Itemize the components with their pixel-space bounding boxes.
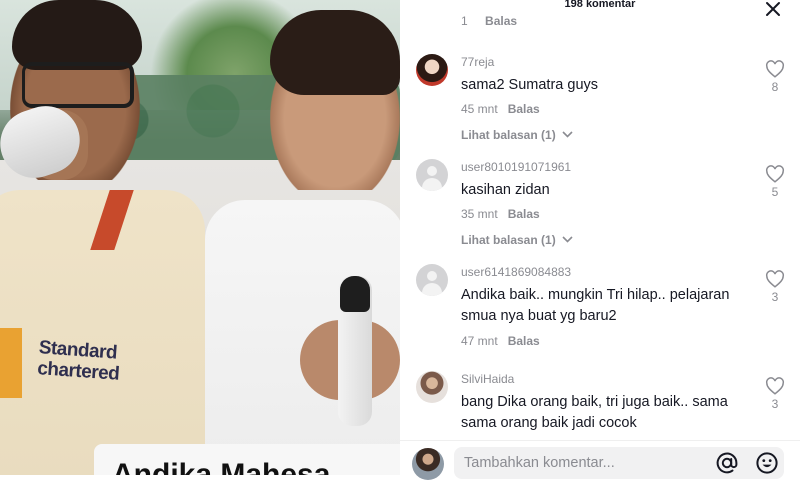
like-button[interactable]: 5: [764, 165, 786, 199]
comment-username[interactable]: SilviHaida: [461, 372, 514, 386]
comment-text: kasihan zidan: [461, 182, 550, 198]
emoji-icon: [756, 452, 778, 474]
shirt-badge: [0, 328, 22, 398]
close-button[interactable]: [762, 0, 784, 20]
emoji-button[interactable]: [755, 451, 779, 475]
comments-header: 198 komentar: [400, 0, 800, 12]
chevron-down-icon: [562, 131, 573, 138]
comment-time: 45 mnt: [461, 102, 498, 116]
like-button[interactable]: 8: [764, 60, 786, 94]
comment-meta: 47 mnt Balas: [461, 334, 540, 348]
comments-panel: 198 komentar 1 Balas 77reja sama2 Sumatr…: [400, 0, 800, 480]
like-count: 3: [771, 290, 779, 304]
avatar[interactable]: [416, 159, 448, 191]
at-icon: [716, 452, 738, 474]
comment-username[interactable]: user6141869084883: [461, 265, 571, 279]
comment-time: 35 mnt: [461, 207, 498, 221]
previous-comment-meta: 1 Balas: [461, 14, 518, 26]
view-replies-link[interactable]: Lihat balasan (1): [461, 128, 573, 142]
heart-icon: [766, 270, 784, 288]
mention-button[interactable]: [715, 451, 739, 475]
comment-time: 47 mnt: [461, 334, 498, 348]
shirt-sponsor-text: Standard chartered: [36, 337, 121, 385]
heart-icon: [766, 60, 784, 78]
comment-username[interactable]: user8010191071961: [461, 160, 571, 174]
reply-link[interactable]: Balas: [485, 14, 517, 26]
comment-input-bar: [400, 440, 800, 480]
like-count: 3: [771, 397, 779, 411]
video-caption-text: Andika Mahesa: [112, 458, 331, 475]
singer-left-glasses: [22, 62, 134, 108]
reply-link[interactable]: Balas: [508, 102, 540, 116]
comment-text: Andika baik.. mungkin Tri hilap.. pelaja…: [461, 287, 730, 324]
reply-link[interactable]: Balas: [508, 334, 540, 348]
chevron-down-icon: [562, 236, 573, 243]
reply-link[interactable]: Balas: [508, 207, 540, 221]
like-count: 8: [771, 80, 779, 94]
comment-meta: 45 mnt Balas: [461, 102, 540, 116]
comment-text: sama2 Sumatra guys: [461, 77, 599, 93]
like-button[interactable]: 3: [764, 270, 786, 304]
video-player[interactable]: Standard chartered Andika Mahesa: [0, 0, 400, 475]
singer-right-hair: [270, 10, 400, 95]
comment-text: bang Dika orang baik, tri juga baik.. sa…: [461, 394, 728, 431]
video-name-caption: Andika Mahesa: [94, 444, 400, 475]
comment-count: 198 komentar: [564, 0, 636, 10]
view-replies-link[interactable]: Lihat balasan (1): [461, 233, 573, 247]
avatar[interactable]: [416, 54, 448, 86]
singer-left-hair: [12, 0, 142, 70]
heart-icon: [766, 165, 784, 183]
comment-meta: 35 mnt Balas: [461, 207, 540, 221]
heart-icon: [766, 377, 784, 395]
microphone-right-head: [340, 276, 370, 312]
close-icon: [766, 2, 780, 16]
avatar[interactable]: [416, 371, 448, 403]
like-button[interactable]: 3: [764, 377, 786, 411]
like-count: 5: [771, 185, 779, 199]
current-user-avatar: [412, 448, 444, 480]
avatar[interactable]: [416, 264, 448, 296]
comment-username[interactable]: 77reja: [461, 55, 494, 69]
